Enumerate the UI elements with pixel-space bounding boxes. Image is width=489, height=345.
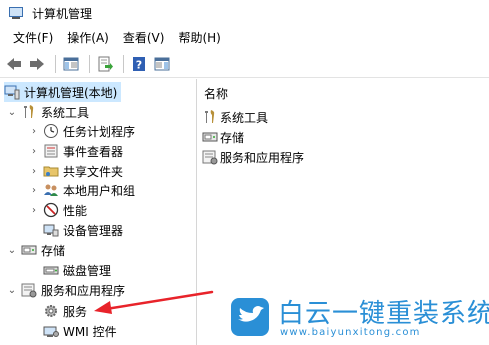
tree-item-label: 事件查看器 bbox=[63, 144, 124, 159]
list-item-label: 服务和应用程序 bbox=[220, 150, 305, 165]
tree-item-label: WMI 控件 bbox=[63, 324, 117, 339]
list-item-label: 存储 bbox=[220, 130, 245, 145]
tree-item-label: 磁盘管理 bbox=[63, 263, 112, 278]
back-icon[interactable] bbox=[4, 54, 24, 74]
tree-item-label: 服务 bbox=[63, 304, 88, 319]
tree-item-label: 任务计划程序 bbox=[63, 124, 136, 139]
disk-management-icon bbox=[43, 262, 59, 278]
list-item[interactable]: 存储 bbox=[202, 127, 244, 147]
tree-item-event-viewer[interactable]: › 事件查看器 bbox=[28, 141, 123, 161]
window-title: 计算机管理 bbox=[32, 6, 93, 21]
toolbar: ? bbox=[0, 50, 489, 78]
list-item-label: 系统工具 bbox=[220, 110, 269, 125]
svg-text:?: ? bbox=[136, 58, 142, 71]
forward-icon[interactable] bbox=[27, 54, 47, 74]
chevron-right-icon[interactable]: › bbox=[28, 125, 40, 137]
toolbar-separator bbox=[123, 54, 124, 73]
menu-action[interactable]: 操作(A) bbox=[60, 27, 116, 49]
toolbar-separator bbox=[55, 54, 56, 73]
tree-item-label: 共享文件夹 bbox=[63, 164, 124, 179]
computer-management-icon bbox=[4, 84, 20, 100]
menu-bar: 文件(F) 操作(A) 查看(V) 帮助(H) bbox=[0, 26, 489, 50]
services-apps-icon bbox=[202, 149, 218, 165]
tree-item-wmi-control[interactable]: WMI 控件 bbox=[43, 321, 117, 341]
help-icon[interactable]: ? bbox=[129, 54, 149, 74]
storage-icon bbox=[21, 242, 37, 258]
chevron-down-icon[interactable]: ⌄ bbox=[6, 284, 18, 296]
show-hide-tree-icon[interactable] bbox=[61, 54, 81, 74]
tree-item-device-manager[interactable]: 设备管理器 bbox=[43, 220, 123, 240]
tree-item-services[interactable]: 服务 bbox=[43, 301, 87, 321]
bird-logo-icon bbox=[231, 298, 269, 336]
tree-item-label: 系统工具 bbox=[41, 105, 90, 120]
list-item[interactable]: 服务和应用程序 bbox=[202, 147, 304, 167]
event-viewer-icon bbox=[43, 143, 59, 159]
performance-icon bbox=[43, 202, 59, 218]
tree-item-label: 性能 bbox=[63, 203, 88, 218]
menu-help[interactable]: 帮助(H) bbox=[171, 27, 227, 49]
column-header-name[interactable]: 名称 bbox=[204, 85, 228, 102]
show-hide-action-pane-icon[interactable] bbox=[152, 54, 172, 74]
tree-item-performance[interactable]: › 性能 bbox=[28, 200, 87, 220]
tree-item-disk-management[interactable]: 磁盘管理 bbox=[43, 260, 111, 280]
tree-item-storage[interactable]: ⌄ 存储 bbox=[6, 240, 65, 260]
device-manager-icon bbox=[43, 222, 59, 238]
watermark: 白云一键重装系统 www.baiyunxitong.com bbox=[228, 291, 489, 343]
tree-item-label: 存储 bbox=[41, 243, 66, 258]
tree-item-label: 设备管理器 bbox=[63, 223, 124, 238]
wmi-control-icon bbox=[43, 323, 59, 339]
tree-item-computer-management[interactable]: 计算机管理(本地) bbox=[4, 82, 122, 102]
title-bar: 计算机管理 bbox=[0, 0, 489, 26]
tree-item-shared-folders[interactable]: › 共享文件夹 bbox=[28, 161, 123, 181]
toolbar-separator bbox=[89, 54, 90, 73]
chevron-right-icon[interactable]: › bbox=[28, 145, 40, 157]
watermark-url: www.baiyunxitong.com bbox=[280, 327, 421, 338]
watermark-title: 白云一键重装系统 bbox=[278, 299, 489, 329]
tree-item-local-users-groups[interactable]: › 本地用户和组 bbox=[28, 180, 135, 200]
task-scheduler-icon bbox=[43, 123, 59, 139]
chevron-right-icon[interactable]: › bbox=[28, 165, 40, 177]
export-list-icon[interactable] bbox=[95, 54, 115, 74]
chevron-down-icon[interactable]: ⌄ bbox=[6, 244, 18, 256]
gear-icon bbox=[43, 303, 59, 319]
chevron-right-icon[interactable]: › bbox=[28, 184, 40, 196]
users-icon bbox=[43, 182, 59, 198]
tools-icon bbox=[202, 109, 218, 125]
tree-item-system-tools[interactable]: ⌄ 系统工具 bbox=[6, 102, 89, 122]
tree-item-label: 计算机管理(本地) bbox=[24, 85, 118, 100]
chevron-right-icon[interactable]: › bbox=[28, 204, 40, 216]
menu-view[interactable]: 查看(V) bbox=[116, 27, 172, 49]
shared-folder-icon bbox=[43, 163, 59, 179]
tree-item-task-scheduler[interactable]: › 任务计划程序 bbox=[28, 121, 135, 141]
list-item[interactable]: 系统工具 bbox=[202, 107, 268, 127]
tools-icon bbox=[21, 104, 37, 120]
annotation-arrow bbox=[94, 290, 214, 314]
chevron-down-icon[interactable]: ⌄ bbox=[6, 106, 18, 118]
computer-management-icon bbox=[8, 5, 24, 21]
menu-file[interactable]: 文件(F) bbox=[6, 27, 60, 49]
tree-item-label: 本地用户和组 bbox=[63, 183, 136, 198]
services-apps-icon bbox=[21, 282, 37, 298]
storage-icon bbox=[202, 129, 218, 145]
